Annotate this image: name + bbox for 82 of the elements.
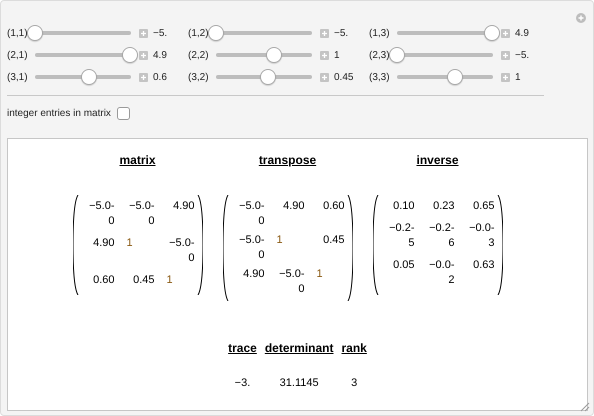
slider-thumb[interactable] <box>389 47 405 63</box>
slider-label: (2,1) <box>7 50 29 60</box>
matrix-title: matrix <box>119 153 156 167</box>
plus-icon[interactable] <box>139 28 148 38</box>
slider-thumb[interactable] <box>446 69 463 85</box>
matrix-entry: −5.0- 0 <box>88 199 114 229</box>
add-icon[interactable] <box>576 13 586 23</box>
slider-label: (1,1) <box>7 28 29 38</box>
slider-value: 0.6 <box>153 72 167 82</box>
slider-label: (3,2) <box>188 72 210 82</box>
plus-icon[interactable] <box>139 50 148 60</box>
slider-label: (3,3) <box>369 72 391 82</box>
matrix-entry: 0.63 <box>472 258 494 273</box>
matrix-entry: −5.0- 0 <box>238 199 264 229</box>
matrix-entry: 0.65 <box>472 199 494 214</box>
plus-icon[interactable] <box>320 50 329 60</box>
matrix-entry: 0.60 <box>92 273 114 288</box>
matrix-entry: −0.2- 5 <box>388 221 414 251</box>
matrix-entry: 0.05 <box>392 258 414 273</box>
slider-value: 4.9 <box>515 28 529 38</box>
parenthesis-icon <box>72 195 78 295</box>
matrix-entry: −5.0- 0 <box>278 267 304 297</box>
matrix-entry: 0.45 <box>322 233 344 248</box>
result-value: −3. <box>234 377 252 389</box>
slider-label: (2,2) <box>188 50 210 60</box>
matrix-entry: −0.0- 2 <box>428 258 454 288</box>
slider-label: (3,1) <box>7 72 29 82</box>
slider-thumb[interactable] <box>80 69 97 85</box>
plus-icon[interactable] <box>501 72 510 82</box>
matrix-entry: 4.90 <box>172 199 194 214</box>
column-heading: rank <box>342 341 367 355</box>
plus-icon[interactable] <box>320 28 329 38</box>
checkbox[interactable] <box>116 106 130 120</box>
parenthesis-icon <box>196 195 202 295</box>
slider-value: −5. <box>515 50 530 60</box>
matrix-title: transpose <box>258 153 316 167</box>
resize-grip-icon[interactable] <box>578 400 590 412</box>
matrix-entry: 0.60 <box>322 199 344 214</box>
parenthesis-icon <box>496 195 502 295</box>
matrix-entry: 4.90 <box>92 236 114 251</box>
slider-thumb[interactable] <box>484 25 500 41</box>
slider-value: 4.9 <box>153 50 167 60</box>
slider-thumb[interactable] <box>27 25 43 41</box>
plus-icon[interactable] <box>139 72 148 82</box>
matrix-entry: 0.10 <box>392 199 414 214</box>
plus-icon[interactable] <box>320 72 329 82</box>
matrix-entry: −5.0- 0 <box>168 236 194 266</box>
slider-label: (1,3) <box>369 28 391 38</box>
column-heading: determinant <box>264 341 334 355</box>
parenthesis-icon <box>222 195 228 301</box>
column-heading: trace <box>228 341 257 355</box>
slider-value: 1 <box>515 72 521 82</box>
matrix-entry: 4.90 <box>282 199 304 214</box>
slider-thumb[interactable] <box>266 47 282 63</box>
result-value: 31.1145 <box>278 377 320 389</box>
matrix-entry: −0.2- 6 <box>428 221 454 251</box>
slider-thumb[interactable] <box>122 47 138 63</box>
matrix-entry: 1 <box>276 233 284 248</box>
matrix-title: inverse <box>416 153 459 167</box>
plus-icon[interactable] <box>501 50 510 60</box>
plus-icon[interactable] <box>501 28 510 38</box>
matrix-entry: 0.45 <box>132 273 154 288</box>
checkbox-label: integer entries in matrix <box>7 108 111 118</box>
slider-value: 0.45 <box>334 72 354 82</box>
matrix-entry: −5.0- 0 <box>128 199 154 229</box>
matrix-entry: 1 <box>166 273 174 288</box>
matrix-entry: 0.23 <box>432 199 454 214</box>
matrix-entry: 4.90 <box>242 267 264 282</box>
slider-thumb[interactable] <box>208 25 224 41</box>
result-value: 3 <box>350 377 358 389</box>
matrix-entry: −0.0- 3 <box>468 221 494 251</box>
parenthesis-icon <box>372 195 378 295</box>
slider-thumb[interactable] <box>260 69 276 85</box>
slider-value: −5. <box>334 28 348 38</box>
matrix-entry: 1 <box>316 267 324 282</box>
slider-label: (2,3) <box>369 50 391 60</box>
slider-value: −5. <box>153 28 168 38</box>
matrix-entry: 1 <box>126 236 134 251</box>
slider-label: (1,2) <box>188 28 210 38</box>
slider-value: 1 <box>334 50 340 60</box>
matrix-entry: −5.0- 0 <box>238 233 264 263</box>
parenthesis-icon <box>346 195 352 301</box>
